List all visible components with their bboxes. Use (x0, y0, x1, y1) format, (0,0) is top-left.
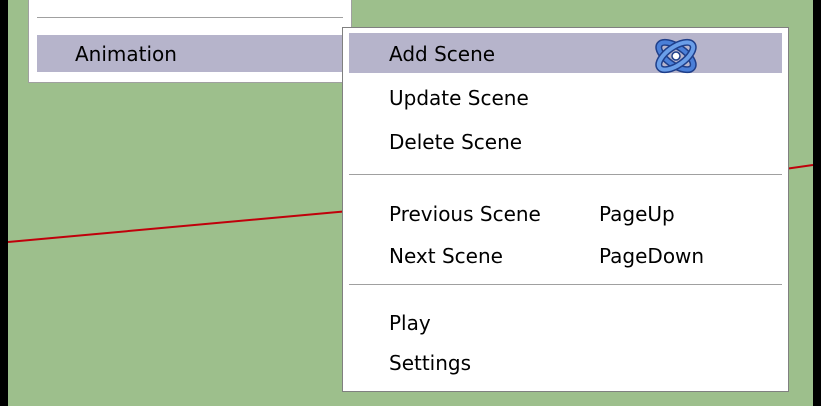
menu-item-label: Next Scene (389, 244, 503, 268)
menu-item-label: Previous Scene (389, 202, 541, 226)
menu-item-previous-scene[interactable]: Previous Scene PageUp (349, 193, 782, 233)
menu-item-settings[interactable]: Settings (349, 342, 782, 382)
menu-item-play[interactable]: Play (349, 302, 782, 342)
menu-separator (349, 174, 782, 176)
menu-item-label: Animation (75, 42, 177, 66)
menu-item-label: Add Scene (389, 42, 496, 66)
menu-item-shortcut: PageUp (599, 202, 675, 226)
menu-separator (349, 284, 782, 286)
menu-item-add-scene[interactable]: Add Scene (349, 33, 782, 73)
menu-item-label: Settings (389, 351, 472, 375)
menu-item-shortcut: PageDown (599, 244, 705, 268)
menu-item-label: Update Scene (389, 86, 529, 110)
menu-item-label: Play (389, 311, 431, 335)
animation-submenu: Add Scene Update Scene Delete Scene Prev… (342, 27, 789, 392)
menu-item-label: Delete Scene (389, 130, 523, 154)
menu-item-animation[interactable]: Animation (37, 35, 349, 72)
context-menu: Animation (28, 0, 352, 83)
menu-item-delete-scene[interactable]: Delete Scene (349, 121, 782, 161)
menu-item-next-scene[interactable]: Next Scene PageDown (349, 235, 782, 275)
menu-item-update-scene[interactable]: Update Scene (349, 77, 782, 117)
menu-separator (37, 17, 343, 19)
drawing-viewport[interactable]: Animation Add Scene Update Scene Delete … (8, 0, 813, 406)
orbit-tool-icon (655, 38, 697, 74)
